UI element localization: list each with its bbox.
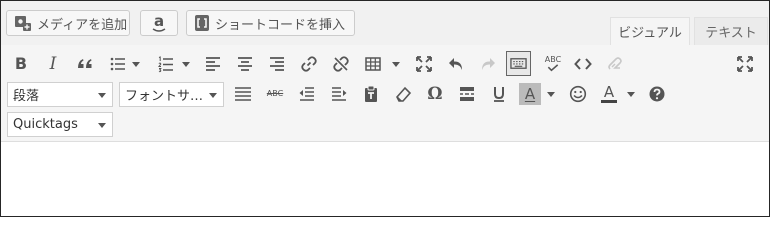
read-more-button[interactable] [456,83,478,105]
tab-visual[interactable]: ビジュアル [610,17,690,45]
fullscreen-button[interactable] [413,53,435,75]
font-size-value: フォントサ… [125,89,204,104]
redo-button[interactable] [477,53,499,75]
bullet-list-dropdown-icon[interactable] [132,62,140,67]
bullet-list-icon [110,57,125,71]
align-left-button[interactable] [202,53,224,75]
link-icon [301,56,317,72]
bold-button[interactable]: B [10,53,32,75]
paste-text-button[interactable] [360,83,382,105]
outdent-icon [299,87,314,101]
paragraph-format-value: 段落 [13,89,40,104]
text-color-button[interactable]: A [598,83,620,105]
help-icon [649,86,665,102]
media-buttons-bar: メディアを追加 a ショートコードを挿入 ビジュアル テキスト [1,1,769,45]
add-media-label: メディアを追加 [37,17,128,33]
tab-visual-label: ビジュアル [618,26,682,41]
editor-content-area[interactable] [1,142,769,216]
numbered-list-button[interactable] [155,53,177,75]
remove-link-button[interactable] [330,53,352,75]
align-right-icon [270,57,284,71]
spellcheck-label: ABC [544,55,562,64]
strikethrough-icon: ABC [266,89,284,98]
redo-icon [482,58,495,70]
keyboard-icon [510,58,527,69]
table-button[interactable] [362,53,384,75]
help-button[interactable] [646,83,668,105]
editor-toolbar: B I ABC 段落 フォントサ… ABC Ω A A Quicktags [1,45,769,142]
background-color-icon: A [524,84,536,103]
text-color-icon: A [603,83,615,101]
special-character-button[interactable]: Ω [424,83,446,105]
eraser-button[interactable] [604,53,626,75]
table-dropdown-icon[interactable] [392,62,400,67]
align-center-button[interactable] [234,53,256,75]
paragraph-format-select[interactable]: 段落 [7,82,113,107]
strikethrough-button[interactable]: ABC [264,83,286,105]
spellcheck-button[interactable]: ABC [542,53,564,75]
text-color-bar [601,100,617,103]
blockquote-button[interactable] [74,53,96,75]
read-more-icon [460,87,474,101]
shortcode-label: ショートコードを挿入 [215,17,346,33]
eraser-icon [608,57,622,70]
distraction-free-button[interactable] [734,53,756,75]
source-code-button[interactable] [572,53,594,75]
italic-button[interactable]: I [42,53,64,75]
align-center-icon [238,57,252,71]
undo-icon [449,58,462,70]
eraser-icon [396,86,412,102]
blockquote-icon [78,59,92,68]
amazon-button[interactable]: a [140,10,178,36]
insert-shortcode-button[interactable]: ショートコードを挿入 [186,10,355,36]
toolbar-toggle-button[interactable] [506,51,531,76]
clipboard-icon [365,85,377,102]
bullet-list-button[interactable] [107,53,129,75]
align-left-icon [206,57,220,71]
shortcode-icon [194,14,210,32]
media-icon [14,14,32,32]
code-icon [574,58,592,70]
undo-button[interactable] [445,53,467,75]
numbered-list-dropdown-icon[interactable] [182,62,190,67]
italic-icon: I [49,53,57,74]
bold-icon: B [14,54,28,73]
outdent-button[interactable] [296,83,318,105]
indent-icon [332,87,347,101]
insert-link-button[interactable] [298,53,320,75]
emoticons-button[interactable] [567,83,589,105]
chevron-down-icon [209,93,217,98]
omega-icon: Ω [427,83,443,104]
background-color-dropdown-icon[interactable] [547,92,555,97]
underline-icon [494,87,504,102]
clear-formatting-button[interactable] [392,83,414,105]
quicktags-value: Quicktags [13,117,78,132]
unlink-icon [333,56,349,72]
text-color-dropdown-icon[interactable] [627,92,635,97]
font-size-select[interactable]: フォントサ… [119,82,224,107]
smiley-icon [569,85,587,103]
amazon-icon: a [152,11,166,32]
chevron-down-icon [98,123,106,128]
fullscreen-icon [416,56,432,72]
underline-button[interactable] [488,83,510,105]
check-icon [547,64,559,72]
horizontal-lines-icon [235,87,251,101]
tab-text-label: テキスト [705,26,757,41]
horizontal-rule-button[interactable] [232,83,254,105]
table-icon [365,57,381,71]
tab-text[interactable]: テキスト [694,17,768,45]
quicktags-select[interactable]: Quicktags [7,112,113,137]
chevron-down-icon [98,93,106,98]
align-right-button[interactable] [266,53,288,75]
add-media-button[interactable]: メディアを追加 [6,10,130,36]
indent-button[interactable] [328,83,350,105]
expand-icon [737,56,753,72]
numbered-list-icon [158,56,173,73]
editor-frame: メディアを追加 a ショートコードを挿入 ビジュアル テキスト B I ABC … [0,0,770,217]
background-color-button[interactable]: A [519,83,541,105]
